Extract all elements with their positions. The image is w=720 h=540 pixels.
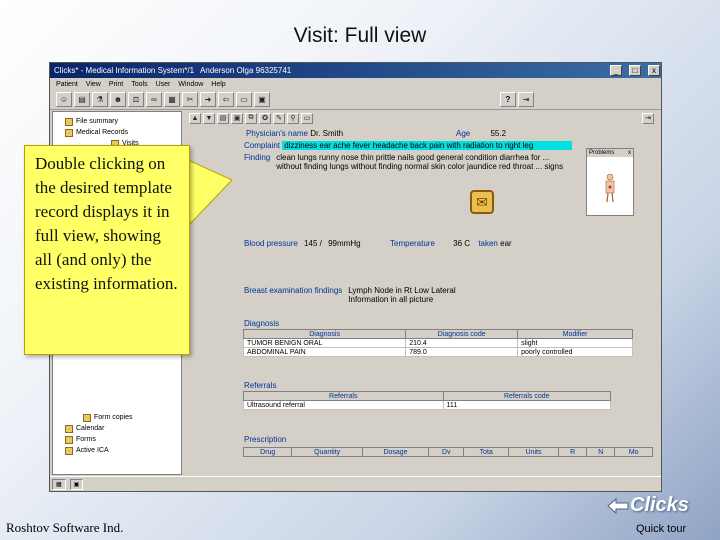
save-icon[interactable]: ▣ [231, 112, 243, 124]
drug-header[interactable]: Drug [242, 447, 293, 457]
status-bar: ▦ ▣ [50, 476, 661, 491]
r-header[interactable]: R [558, 447, 588, 457]
menu-patient[interactable]: Patient [56, 81, 78, 88]
forward-icon[interactable]: ➜ [200, 92, 216, 107]
note-icon[interactable]: ▤ [217, 112, 229, 124]
prescription-title: Prescription [244, 435, 287, 444]
calendar-icon[interactable]: ▣ [254, 92, 270, 107]
maximize-button[interactable]: □ [629, 65, 641, 76]
exit-icon[interactable]: ⇥ [518, 92, 534, 107]
callout-pointer [188, 160, 232, 226]
edit-icon[interactable]: ✎ [273, 112, 285, 124]
blank-icon[interactable]: ▭ [301, 112, 313, 124]
quantity-header[interactable]: Quantity [291, 447, 363, 457]
temperature-field[interactable]: Temperature 36 C taken ear [390, 239, 512, 248]
blood-pressure-field[interactable]: Blood pressure 145 / 99mmHg [244, 239, 361, 248]
document-icon[interactable]: ▭ [236, 92, 252, 107]
dosage-header[interactable]: Dosage [361, 447, 430, 457]
folder-icon [83, 413, 91, 422]
diagnosis-title: Diagnosis [244, 319, 280, 328]
menu-bar: Patient View Print Tools User Window Hel… [50, 78, 661, 90]
tree-item-file-summary[interactable]: File summary [53, 116, 181, 127]
prescription-table: Drug Quantity Dosage Dv Tota Units R N M… [242, 447, 653, 457]
folder-icon [65, 128, 73, 137]
menu-print[interactable]: Print [109, 81, 123, 88]
diagnosis-code-header[interactable]: Diagnosis code [405, 329, 519, 339]
minimize-button[interactable]: _ [610, 65, 622, 76]
menu-view[interactable]: View [86, 81, 101, 88]
lab-icon[interactable]: ⚗ [92, 92, 108, 107]
problems-close-icon[interactable]: x [628, 150, 631, 156]
calculator-status-icon[interactable]: ▣ [69, 478, 84, 490]
tools-icon[interactable]: ✂ [182, 92, 198, 107]
dv-header[interactable]: Dv [428, 447, 465, 457]
finding-field[interactable]: Finding clean lungs runny nose thin prit… [244, 153, 576, 171]
tree-item-form-copies[interactable]: Form copies [53, 412, 181, 423]
modifier-header[interactable]: Modifier [517, 329, 633, 339]
copy-icon[interactable]: ⧉ [245, 112, 257, 124]
breast-exam-field[interactable]: Breast examination findings Lymph Node i… [244, 286, 478, 304]
physician-field: Physician's name Dr. Smith [246, 129, 344, 138]
help-icon[interactable]: ? [500, 92, 516, 107]
table-row[interactable]: TUMOR BENIGN ORAL 210.4 slight [242, 338, 633, 348]
tree-item-calendar[interactable]: Calendar [53, 423, 181, 434]
diagnosis-table: Diagnosis Diagnosis code Modifier TUMOR … [242, 329, 633, 357]
callout-note: Double clicking on the desired template … [24, 145, 190, 355]
n-header[interactable]: N [586, 447, 616, 457]
problems-panel[interactable]: Problems x [586, 148, 634, 216]
scale-icon[interactable]: ⚖ [128, 92, 144, 107]
clicks-logo-icon [607, 497, 629, 515]
tree-item-forms[interactable]: Forms [53, 434, 181, 445]
detail-toolbar: ▲ ▼ ▤ ▣ ⧉ ✪ ✎ ⚲ ▭ ⇥ [186, 111, 656, 125]
summary-status-icon[interactable]: ▦ [52, 478, 66, 490]
visit-detail-panel: ▲ ▼ ▤ ▣ ⧉ ✪ ✎ ⚲ ▭ ⇥ Physician's name Dr.… [186, 111, 656, 475]
table-row[interactable]: Ultrasound referral 111 [243, 400, 612, 410]
back-icon[interactable]: ⇦ [218, 92, 234, 107]
complaint-field[interactable]: Complaint dizziness ear ache fever heada… [244, 141, 573, 150]
patient-name: Anderson Olga 96325741 [200, 66, 292, 75]
main-toolbar: ☺ ▤ ⚗ ☻ ⚖ ∞ ▦ ✂ ➜ ⇦ ▭ ▣ ? ⇥ [50, 90, 661, 110]
bell-icon[interactable]: ✉ [470, 190, 494, 214]
close-button[interactable]: x [648, 65, 660, 76]
print-icon[interactable]: ▦ [164, 92, 180, 107]
company-name: Roshtov Software Ind. [6, 520, 124, 535]
up-icon[interactable]: ▲ [189, 112, 201, 124]
age-field: Age 55.2 [456, 129, 507, 138]
menu-user[interactable]: User [156, 81, 171, 88]
menu-help[interactable]: Help [211, 81, 225, 88]
window-title: Clicks* - Medical Information System*/1 [54, 66, 195, 75]
folder-icon [65, 117, 73, 126]
people-icon[interactable]: ☻ [110, 92, 126, 107]
diagnosis-header[interactable]: Diagnosis [242, 329, 407, 339]
glasses-icon[interactable]: ∞ [146, 92, 162, 107]
pin-icon[interactable]: ⚲ [287, 112, 299, 124]
stamp-icon[interactable]: ✪ [259, 112, 271, 124]
referrals-title: Referrals [244, 381, 277, 390]
patient-icon[interactable]: ☺ [56, 92, 72, 107]
slide-title: Visit: Full view [293, 24, 427, 47]
menu-window[interactable]: Window [178, 81, 203, 88]
menu-tools[interactable]: Tools [131, 81, 147, 88]
quick-tour-label[interactable]: Quick tour [636, 523, 686, 535]
tree-item-medical-records[interactable]: Medical Records [53, 127, 181, 138]
tree-item-active-ica[interactable]: Active ICA [53, 445, 181, 456]
referrals-header[interactable]: Referrals [243, 391, 444, 401]
detail-exit-icon[interactable]: ⇥ [642, 112, 654, 124]
total-header[interactable]: Tota [463, 447, 509, 457]
calendar-icon [65, 424, 73, 433]
referrals-code-header[interactable]: Referrals code [442, 391, 612, 401]
table-row[interactable]: ABDOMINAL PAIN 789.0 poorly controlled [242, 347, 633, 357]
mo-header[interactable]: Mo [614, 447, 653, 457]
body-figure-icon [605, 173, 615, 203]
units-header[interactable]: Units [507, 447, 560, 457]
referrals-table: Referrals Referrals code Ultrasound refe… [243, 391, 612, 410]
clicks-logo: Clicks [630, 494, 689, 516]
forms-icon [65, 435, 73, 444]
title-bar: Clicks* - Medical Information System*/1 … [50, 63, 661, 78]
down-icon[interactable]: ▼ [203, 112, 215, 124]
folder-icon[interactable]: ▤ [74, 92, 90, 107]
ica-icon [65, 446, 73, 455]
